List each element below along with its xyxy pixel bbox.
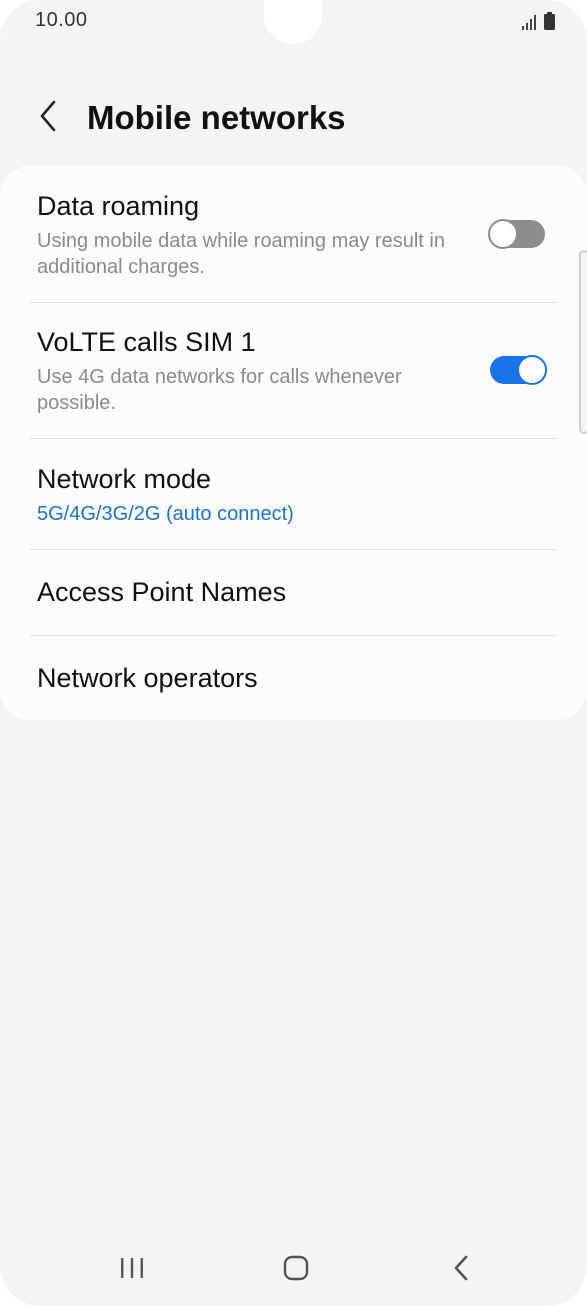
network-mode-row[interactable]: Network mode 5G/4G/3G/2G (auto connect) (30, 439, 557, 549)
home-icon (282, 1254, 310, 1287)
volte-row[interactable]: VoLTE calls SIM 1 Use 4G data networks f… (30, 303, 557, 438)
data-roaming-subtitle: Using mobile data while roaming may resu… (37, 230, 445, 278)
app-header: Mobile networks (0, 88, 587, 148)
camera-notch (264, 0, 322, 44)
network-mode-title: Network mode (37, 464, 212, 494)
status-icons (522, 12, 555, 30)
volte-toggle[interactable] (490, 355, 547, 385)
data-roaming-title: Data roaming (37, 191, 200, 221)
battery-icon (544, 12, 555, 30)
phone-screen: 10.00 Mobile networks Data roaming Using… (0, 0, 587, 1306)
back-icon (452, 1254, 470, 1287)
recents-button[interactable] (108, 1252, 156, 1288)
scroll-indicator[interactable] (579, 250, 587, 434)
status-bar: 10.00 (0, 0, 587, 44)
navigation-bar (0, 1240, 587, 1300)
toggle-knob (517, 355, 547, 385)
signal-icon (522, 15, 538, 30)
recents-icon (119, 1256, 145, 1285)
nav-back-button[interactable] (437, 1252, 485, 1288)
data-roaming-row[interactable]: Data roaming Using mobile data while roa… (30, 166, 557, 302)
chevron-left-icon (38, 100, 58, 137)
back-button[interactable] (28, 98, 68, 138)
network-operators-row[interactable]: Network operators (30, 636, 557, 720)
toggle-knob (488, 219, 518, 249)
page-title: Mobile networks (87, 99, 346, 136)
status-time: 10.00 (35, 9, 88, 31)
network-mode-value: 5G/4G/3G/2G (auto connect) (37, 503, 294, 525)
access-point-names-title: Access Point Names (37, 577, 287, 607)
volte-title: VoLTE calls SIM 1 (37, 327, 256, 357)
settings-card: Data roaming Using mobile data while roa… (0, 166, 587, 720)
data-roaming-toggle[interactable] (488, 219, 545, 249)
network-operators-title: Network operators (37, 663, 258, 693)
home-button[interactable] (272, 1252, 320, 1288)
volte-subtitle: Use 4G data networks for calls whenever … (37, 366, 402, 414)
access-point-names-row[interactable]: Access Point Names (30, 550, 557, 635)
